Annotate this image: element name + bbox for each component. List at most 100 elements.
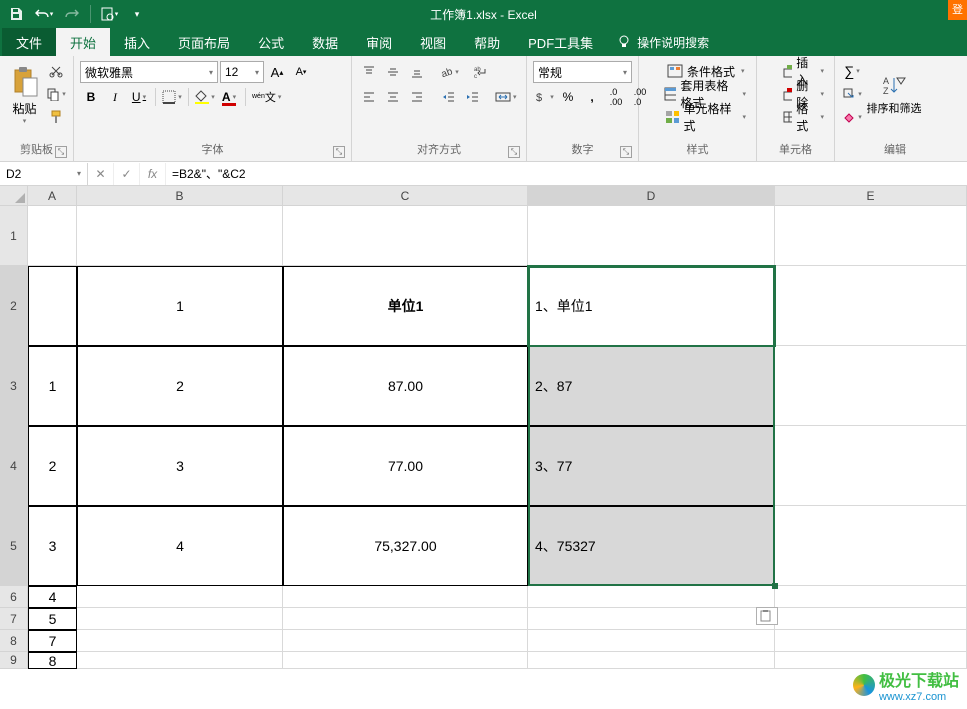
row-header-2[interactable]: 2 [0,266,28,346]
cell-B3[interactable]: 2 [77,346,283,426]
cell-D9[interactable] [528,652,775,669]
cell-A5[interactable]: 3 [28,506,77,586]
cell-A7[interactable]: 5 [28,608,77,630]
align-top-button[interactable] [358,61,380,83]
col-header-D[interactable]: D [528,186,775,205]
percent-button[interactable]: % [557,86,579,108]
cell-C2[interactable]: 单位1 [283,266,528,346]
sort-filter-button[interactable]: AZ 排序和筛选 [865,60,923,128]
cell-E6[interactable] [775,586,967,608]
font-size-combo[interactable]: 12▾ [220,61,264,83]
orientation-button[interactable]: ab [438,61,460,83]
italic-button[interactable]: I [104,86,126,108]
worksheet[interactable]: ABCDE 123456789 1单位11、单位11287.002、872377… [0,186,967,709]
cell-styles-button[interactable]: 单元格样式▾ [645,106,750,128]
col-header-A[interactable]: A [28,186,77,205]
cell-E8[interactable] [775,630,967,652]
increase-indent-button[interactable] [462,86,484,108]
cell-D3[interactable]: 2、87 [528,346,775,426]
row-header-3[interactable]: 3 [0,346,28,426]
cell-D6[interactable] [528,586,775,608]
tab-file[interactable]: 文件 [2,28,56,56]
copy-button[interactable] [45,83,67,105]
cell-C5[interactable]: 75,327.00 [283,506,528,586]
cell-D4[interactable]: 3、77 [528,426,775,506]
format-cells-button[interactable]: 格式▾ [763,106,828,128]
tab-pdf[interactable]: PDF工具集 [514,28,607,56]
row-header-1[interactable]: 1 [0,206,28,266]
align-left-button[interactable] [358,86,380,108]
cell-D7[interactable] [528,608,775,630]
name-box[interactable]: D2▾ [0,163,88,185]
align-right-button[interactable] [406,86,428,108]
format-painter-button[interactable] [45,106,67,128]
wrap-text-button[interactable]: abc [470,61,492,83]
align-middle-button[interactable] [382,61,404,83]
decrease-indent-button[interactable] [438,86,460,108]
cell-B1[interactable] [77,206,283,266]
cell-E5[interactable] [775,506,967,586]
increase-decimal-button[interactable]: .0.00 [605,86,627,108]
cell-A4[interactable]: 2 [28,426,77,506]
cell-E1[interactable] [775,206,967,266]
paste-options-button[interactable] [756,607,778,625]
cell-B4[interactable]: 3 [77,426,283,506]
cell-E4[interactable] [775,426,967,506]
cell-A3[interactable]: 1 [28,346,77,426]
number-launcher[interactable]: ⤡ [620,146,632,158]
row-header-8[interactable]: 8 [0,630,28,652]
col-header-C[interactable]: C [283,186,528,205]
col-header-E[interactable]: E [775,186,967,205]
cell-A6[interactable]: 4 [28,586,77,608]
cell-B9[interactable] [77,652,283,669]
font-name-combo[interactable]: 微软雅黑▾ [80,61,218,83]
comma-button[interactable]: , [581,86,603,108]
tab-data[interactable]: 数据 [298,28,352,56]
fill-color-button[interactable] [194,86,216,108]
clipboard-launcher[interactable]: ⤡ [55,146,67,158]
cell-C8[interactable] [283,630,528,652]
cell-D2[interactable]: 1、单位1 [528,266,775,346]
select-all-corner[interactable] [0,186,28,205]
tab-insert[interactable]: 插入 [110,28,164,56]
redo-icon[interactable] [60,2,84,26]
fill-handle[interactable] [772,583,778,589]
save-icon[interactable] [4,2,28,26]
cell-E3[interactable] [775,346,967,426]
bold-button[interactable]: B [80,86,102,108]
enter-formula-button[interactable]: ✓ [114,163,140,185]
align-center-button[interactable] [382,86,404,108]
merge-button[interactable] [494,86,518,108]
cell-C1[interactable] [283,206,528,266]
increase-font-button[interactable]: A▴ [266,61,288,83]
print-preview-icon[interactable]: ▾ [97,2,121,26]
phonetic-button[interactable]: wén文 [251,86,282,108]
paste-button[interactable]: 粘贴 ▾ [6,60,43,128]
cell-B2[interactable]: 1 [77,266,283,346]
align-bottom-button[interactable] [406,61,428,83]
cell-A9[interactable]: 8 [28,652,77,669]
row-header-6[interactable]: 6 [0,586,28,608]
cell-B5[interactable]: 4 [77,506,283,586]
cell-A8[interactable]: 7 [28,630,77,652]
alignment-launcher[interactable]: ⤡ [508,146,520,158]
row-header-9[interactable]: 9 [0,652,28,669]
cell-C4[interactable]: 77.00 [283,426,528,506]
cell-C7[interactable] [283,608,528,630]
cell-B6[interactable] [77,586,283,608]
font-launcher[interactable]: ⤡ [333,146,345,158]
login-button[interactable]: 登 [948,0,967,20]
borders-button[interactable] [161,86,183,108]
cell-D8[interactable] [528,630,775,652]
cancel-formula-button[interactable]: ✕ [88,163,114,185]
col-header-B[interactable]: B [77,186,283,205]
row-header-5[interactable]: 5 [0,506,28,586]
cell-D1[interactable] [528,206,775,266]
cell-C3[interactable]: 87.00 [283,346,528,426]
fill-button[interactable] [841,83,863,105]
row-header-4[interactable]: 4 [0,426,28,506]
tab-home[interactable]: 开始 [56,28,110,56]
cell-B8[interactable] [77,630,283,652]
number-format-combo[interactable]: 常规▾ [533,61,632,83]
tab-pagelayout[interactable]: 页面布局 [164,28,244,56]
